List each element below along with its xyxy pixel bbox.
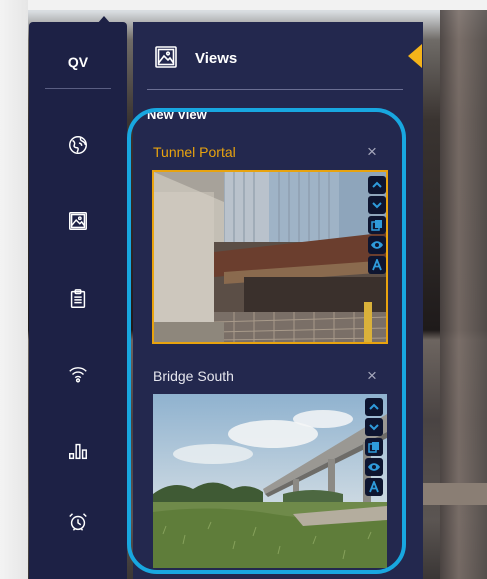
panel-header: Views <box>133 22 423 90</box>
close-icon[interactable]: × <box>367 142 377 162</box>
construction-site-image <box>154 172 386 342</box>
image-icon <box>155 46 177 68</box>
down-chevron-icon[interactable] <box>365 418 383 436</box>
background-top-strip <box>0 0 487 10</box>
clipboard-icon[interactable] <box>65 286 91 312</box>
thumbnail-controls <box>365 398 383 496</box>
background-band <box>420 483 487 505</box>
copy-icon[interactable] <box>368 216 386 234</box>
rail-title[interactable]: QV <box>29 54 127 70</box>
rail-tab-notch-icon <box>97 16 111 24</box>
bridge-landscape-image <box>153 394 387 568</box>
down-chevron-icon[interactable] <box>368 196 386 214</box>
panel-title: Views <box>195 50 238 67</box>
copy-icon[interactable] <box>365 438 383 456</box>
view-thumbnail-tunnel-portal[interactable] <box>152 170 388 344</box>
view-thumbnail-bridge-south[interactable] <box>153 394 387 568</box>
new-view-label[interactable]: New View <box>147 107 207 122</box>
globe-icon[interactable] <box>65 132 91 158</box>
panel-pointer-icon <box>408 44 422 68</box>
background-left-strip <box>0 0 28 579</box>
close-icon[interactable]: × <box>367 366 377 386</box>
annotate-icon[interactable] <box>365 478 383 496</box>
wifi-icon[interactable] <box>65 361 91 387</box>
rail-divider <box>45 88 111 89</box>
thumbnail-controls <box>368 176 386 274</box>
panel-header-divider <box>147 89 403 90</box>
left-rail: QV <box>29 16 127 579</box>
eye-icon[interactable] <box>368 236 386 254</box>
bar-chart-icon[interactable] <box>65 438 91 464</box>
up-chevron-icon[interactable] <box>368 176 386 194</box>
alarm-clock-icon[interactable] <box>65 509 91 535</box>
up-chevron-icon[interactable] <box>365 398 383 416</box>
eye-icon[interactable] <box>365 458 383 476</box>
view-title-tunnel-portal[interactable]: Tunnel Portal <box>153 144 236 160</box>
view-title-bridge-south[interactable]: Bridge South <box>153 368 234 384</box>
image-icon[interactable] <box>65 208 91 234</box>
annotate-icon[interactable] <box>368 256 386 274</box>
